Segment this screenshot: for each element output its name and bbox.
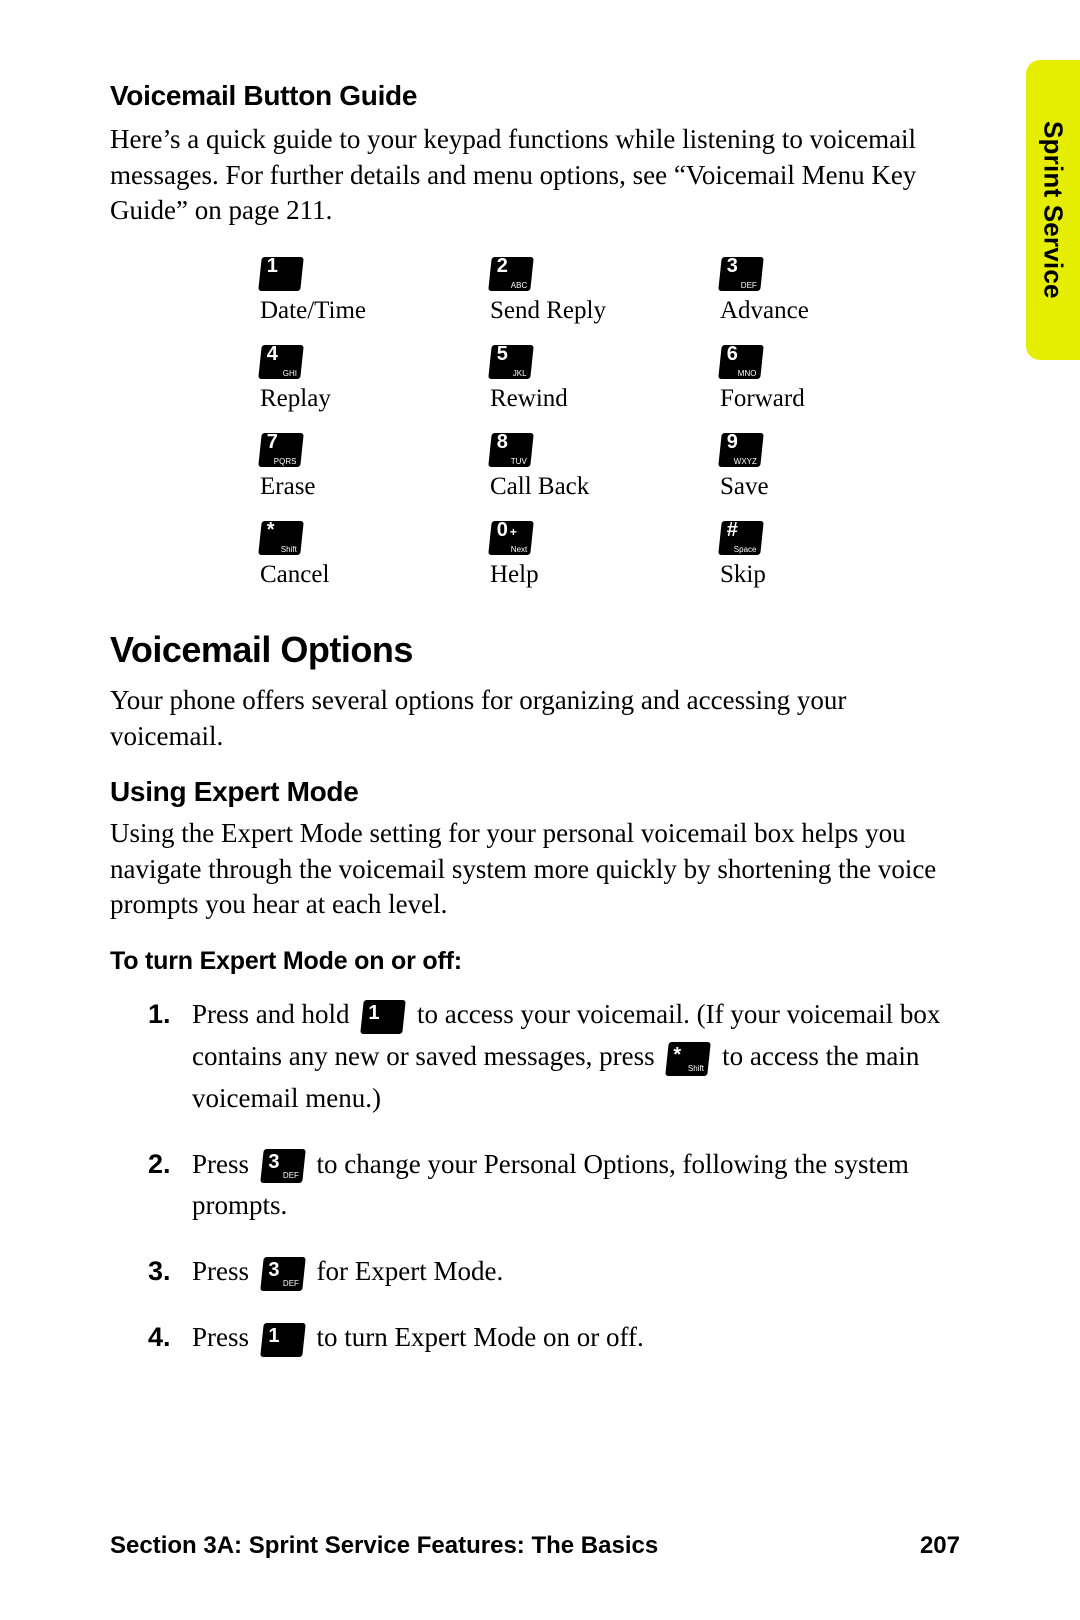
keypad-cell: 7PQRS Erase	[260, 433, 400, 501]
subsection-title-expert-mode: Using Expert Mode	[110, 776, 960, 808]
step-text: to turn Expert Mode on or off.	[310, 1322, 644, 1352]
keypad-cell: 3DEF Advance	[720, 257, 860, 325]
keypad-label: Erase	[260, 473, 316, 501]
keypad-label: Rewind	[490, 385, 568, 413]
keypad-label: Call Back	[490, 473, 589, 501]
keypad-label: Help	[490, 561, 539, 589]
keypad-label: Advance	[720, 297, 809, 325]
keypad-row: 7PQRS Erase 8TUV Call Back 9WXYZ Save	[260, 433, 960, 501]
key-2: 2ABC	[488, 257, 534, 291]
key-6: 6MNO	[718, 345, 764, 379]
keypad-cell: 5JKL Rewind	[490, 345, 630, 413]
step-text: Press	[192, 1256, 256, 1286]
step-number: 2.	[148, 1144, 171, 1186]
section-body-voicemail-options: Your phone offers several options for or…	[110, 683, 960, 754]
page-footer: Section 3A: Sprint Service Features: The…	[110, 1532, 960, 1560]
key-7: 7PQRS	[258, 433, 304, 467]
subsection-body-expert-mode: Using the Expert Mode setting for your p…	[110, 816, 960, 923]
keypad-row: 1 Date/Time 2ABC Send Reply 3DEF Advance	[260, 257, 960, 325]
procedure-step: 3. Press 3DEF for Expert Mode.	[148, 1251, 960, 1293]
step-text: Press and hold	[192, 999, 356, 1029]
keypad-label: Save	[720, 473, 769, 501]
keypad-cell: *Shift Cancel	[260, 521, 400, 589]
keypad-cell: 1 Date/Time	[260, 257, 400, 325]
keypad-label: Skip	[720, 561, 766, 589]
inline-key-star: *Shift	[666, 1042, 712, 1076]
keypad-label: Cancel	[260, 561, 329, 589]
inline-key-1-a: 1	[360, 1000, 406, 1034]
keypad-label: Date/Time	[260, 297, 366, 325]
keypad-row: *Shift Cancel 0+Next Help #Space Skip	[260, 521, 960, 589]
step-text: Press	[192, 1322, 256, 1352]
inline-key-1-b: 1	[260, 1323, 306, 1357]
keypad-cell: 8TUV Call Back	[490, 433, 630, 501]
procedure-step: 2.Press 3DEF to change your Personal Opt…	[148, 1144, 960, 1228]
key-4: 4GHI	[258, 345, 304, 379]
keypad-row: 4GHI Replay 5JKL Rewind 6MNO Forward	[260, 345, 960, 413]
step-number: 3.	[148, 1251, 171, 1293]
manual-page: Sprint Service Voicemail Button Guide He…	[0, 0, 1080, 1620]
procedure-steps: 1.Press and hold 1 to access your voicem…	[148, 994, 960, 1359]
key-star: *Shift	[258, 521, 304, 555]
keypad-cell: 6MNO Forward	[720, 345, 860, 413]
key-1: 1	[258, 257, 304, 291]
keypad-cell: 4GHI Replay	[260, 345, 400, 413]
section-title-button-guide: Voicemail Button Guide	[110, 80, 960, 112]
step-text: Press	[192, 1149, 256, 1179]
inline-key-3-b: 3DEF	[260, 1257, 306, 1291]
keypad-cell: 0+Next Help	[490, 521, 630, 589]
key-3: 3DEF	[718, 257, 764, 291]
footer-page-number: 207	[920, 1532, 960, 1560]
procedure-lead: To turn Expert Mode on or off:	[110, 947, 960, 976]
section-title-voicemail-options: Voicemail Options	[110, 629, 960, 671]
side-tab: Sprint Service	[1026, 60, 1080, 360]
step-number: 1.	[148, 994, 171, 1036]
keypad-grid: 1 Date/Time 2ABC Send Reply 3DEF Advance 4GHI R…	[260, 257, 960, 589]
procedure-step: 1.Press and hold 1 to access your voicem…	[148, 994, 960, 1120]
keypad-cell: 2ABC Send Reply	[490, 257, 630, 325]
keypad-cell: 9WXYZ Save	[720, 433, 860, 501]
step-text: for Expert Mode.	[310, 1256, 503, 1286]
key-0: 0+Next	[488, 521, 534, 555]
side-tab-label: Sprint Service	[1038, 121, 1069, 299]
step-number: 4.	[148, 1317, 171, 1359]
keypad-label: Send Reply	[490, 297, 606, 325]
key-8: 8TUV	[488, 433, 534, 467]
section-body-button-guide: Here’s a quick guide to your keypad func…	[110, 122, 960, 229]
keypad-label: Forward	[720, 385, 805, 413]
keypad-cell: #Space Skip	[720, 521, 860, 589]
keypad-label: Replay	[260, 385, 331, 413]
key-hash: #Space	[718, 521, 764, 555]
footer-section-label: Section 3A: Sprint Service Features: The…	[110, 1532, 658, 1560]
key-5: 5JKL	[488, 345, 534, 379]
procedure-step: 4. Press 1 to turn Expert Mode on or off.	[148, 1317, 960, 1359]
key-9: 9WXYZ	[718, 433, 764, 467]
inline-key-3-a: 3DEF	[260, 1149, 306, 1183]
